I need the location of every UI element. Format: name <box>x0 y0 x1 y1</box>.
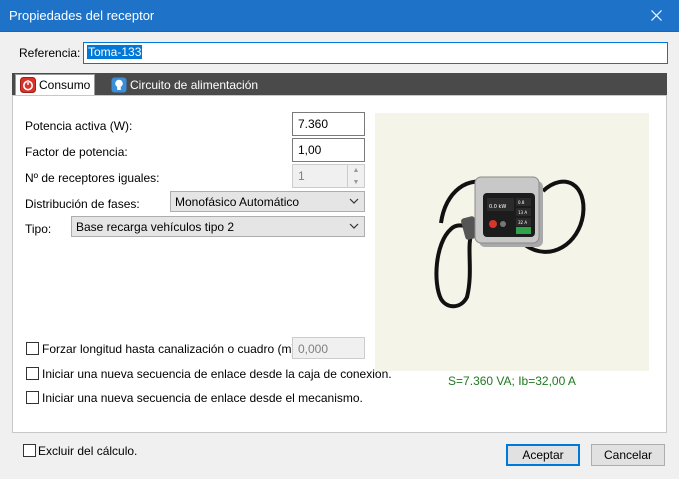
device-reading: 0.0 kW <box>489 204 506 210</box>
factor-input[interactable]: 1,00 <box>292 138 365 162</box>
preview-caption: S=7.360 VA; Ib=32,00 A <box>448 374 576 388</box>
tab-consumo-label: Consumo <box>39 78 91 92</box>
tipo-label: Tipo: <box>25 222 52 236</box>
spin-up-icon[interactable]: ▲ <box>348 164 364 176</box>
device-side-2: 13 A <box>518 210 527 215</box>
receptores-label: Nº de receptores iguales: <box>25 171 160 185</box>
ev-charger-image: 0.0 kW 0.8 13 A 32 A <box>434 176 586 309</box>
receptores-spinner[interactable]: ▲ ▼ <box>347 164 364 188</box>
tab-circuito[interactable]: Circuito de alimentación <box>107 75 262 95</box>
distribucion-select[interactable]: Monofásico Automático <box>170 191 365 212</box>
aceptar-button[interactable]: Aceptar <box>506 444 580 466</box>
distribucion-value: Monofásico Automático <box>175 195 300 209</box>
aceptar-label: Aceptar <box>522 448 564 462</box>
chevron-down-icon <box>349 198 359 204</box>
close-button[interactable] <box>633 0 679 31</box>
excluir-checkbox[interactable] <box>23 444 36 457</box>
cancelar-button[interactable]: Cancelar <box>591 444 665 466</box>
close-icon <box>650 10 662 21</box>
power-icon <box>20 77 36 93</box>
forzar-label: Forzar longitud hasta canalización o cua… <box>42 342 299 356</box>
tab-circuito-label: Circuito de alimentación <box>130 78 259 92</box>
excluir-label: Excluir del cálculo. <box>38 444 138 458</box>
tipo-value: Base recarga vehículos tipo 2 <box>76 220 235 234</box>
forzar-checkbox[interactable] <box>26 342 39 355</box>
secuencia-mecanismo-label: Iniciar una nueva secuencia de enlace de… <box>42 391 363 405</box>
secuencia-caja-label: Iniciar una nueva secuencia de enlace de… <box>42 367 392 381</box>
cancelar-label: Cancelar <box>603 448 653 462</box>
tipo-select[interactable]: Base recarga vehículos tipo 2 <box>71 216 365 237</box>
device-side-1: 0.8 <box>518 200 525 205</box>
spin-down-icon[interactable]: ▼ <box>348 176 364 188</box>
referencia-value: Toma-133 <box>87 45 143 59</box>
title-bar: Propiedades del receptor <box>0 0 679 32</box>
forzar-input[interactable]: 0,000 <box>292 337 365 359</box>
referencia-label: Referencia: <box>19 46 81 60</box>
device-side-3: 32 A <box>518 220 527 225</box>
potencia-label: Potencia activa (W): <box>25 119 133 133</box>
potencia-input[interactable]: 7.360 <box>292 112 365 136</box>
device-preview: 0.0 kW 0.8 13 A 32 A <box>375 113 649 371</box>
secuencia-caja-checkbox[interactable] <box>26 367 39 380</box>
secuencia-mecanismo-checkbox[interactable] <box>26 391 39 404</box>
referencia-input[interactable]: Toma-133 <box>83 42 668 64</box>
lightbulb-icon <box>111 77 127 93</box>
factor-label: Factor de potencia: <box>25 145 128 159</box>
tab-consumo[interactable]: Consumo <box>15 74 96 95</box>
window-title: Propiedades del receptor <box>9 8 155 23</box>
chevron-down-icon <box>349 223 359 229</box>
tab-strip: Consumo Circuito de alimentación <box>12 73 667 95</box>
distribucion-label: Distribución de fases: <box>25 197 140 211</box>
